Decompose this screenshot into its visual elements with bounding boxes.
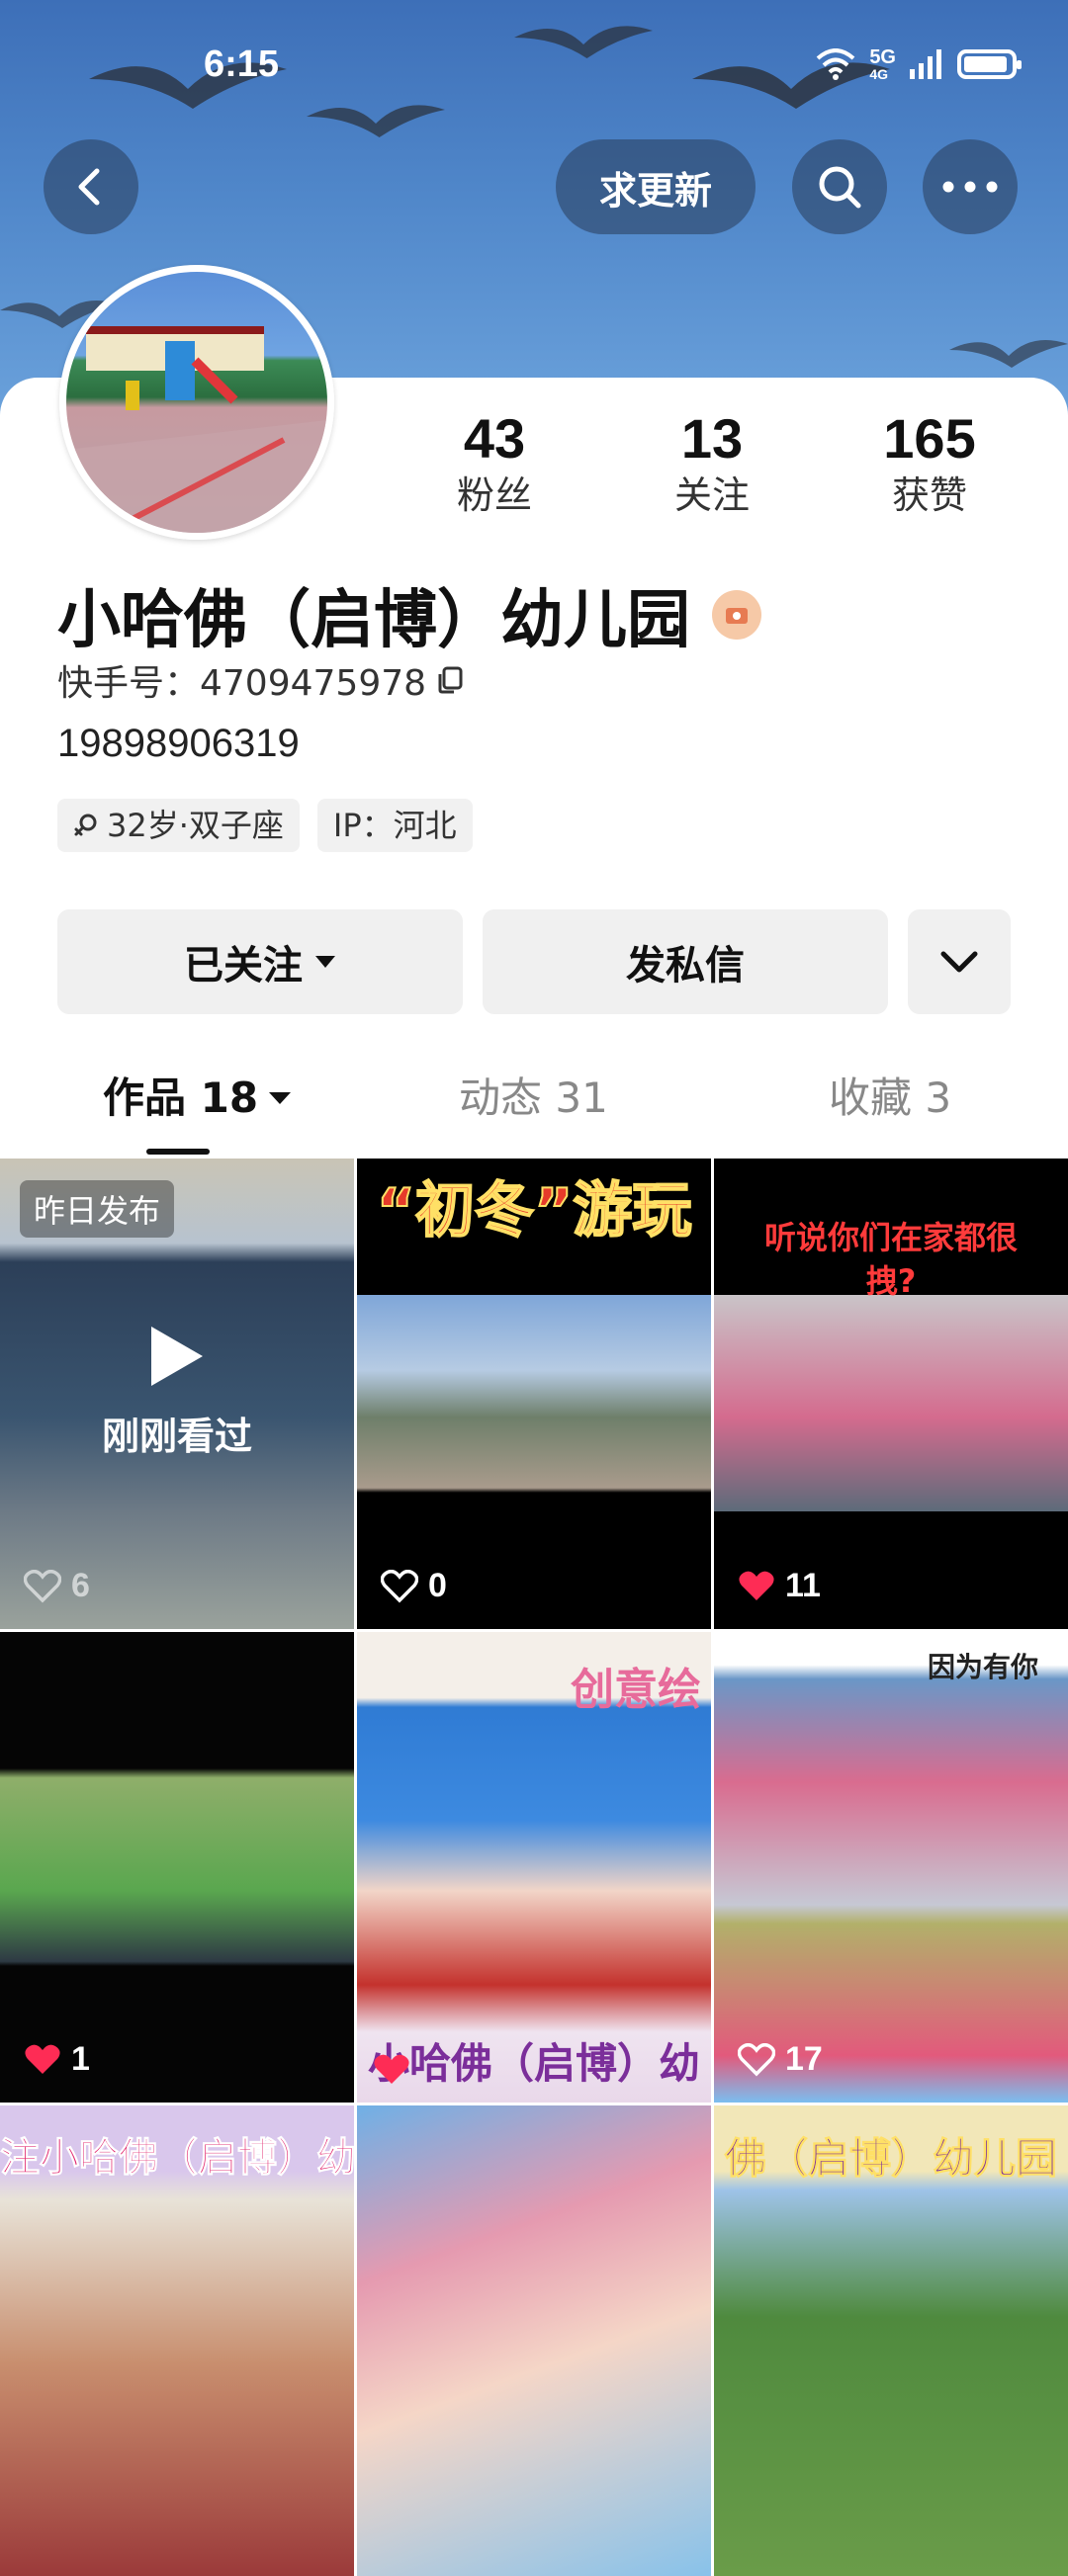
like-count-text: 6 [71,1567,90,1604]
following-count: 13 [680,407,744,470]
heart-outline-icon [738,2042,775,2076]
tag-ip-location: IP：河北 [316,799,473,852]
video-title: 因为有你 [927,1651,1038,1683]
kuaishou-id: 快手号：4709475978 [57,654,466,706]
tab-favorites[interactable]: 收藏 3 [829,1064,951,1133]
video-grid: 昨日发布 刚刚看过 6 “初冬”游玩 0 听说你们在家都很 拽? 11 1 创意… [0,1159,1068,2576]
status-icons: 5G 4G [816,46,1022,82]
search-icon [819,166,861,209]
signal-icon [910,49,941,79]
heart-outline-icon [381,1569,418,1602]
video-thumbnail[interactable] [357,2105,711,2576]
heart-filled-icon [739,1571,774,1600]
more-options-button[interactable] [923,139,1018,234]
profile-actions: 已关注 发私信 [57,909,1011,1014]
like-count-text: 1 [71,2040,90,2078]
wifi-icon [816,48,855,80]
followed-label: 已关注 [184,943,303,988]
tag-age-zodiac-text: 32岁·双子座 [107,807,284,844]
like-count: 1 [24,2040,90,2079]
like-count: 0 [381,1567,447,1605]
request-update-button[interactable]: 求更新 [556,139,756,234]
heart-filled-icon [374,2054,409,2084]
avatar[interactable] [59,265,334,540]
profile-stats: 43 粉丝 13 关注 165 获赞 [386,407,1038,520]
video-title: 创意绘 [571,1665,701,1715]
likes-count: 165 [883,407,976,470]
video-thumbnail[interactable]: 因为有你 17 [714,1632,1068,2103]
status-time: 6:15 [204,43,280,85]
video-thumbnail[interactable]: 昨日发布 刚刚看过 6 [0,1159,354,1629]
recently-watched-label: 刚刚看过 [101,1415,252,1458]
likes-label: 获赞 [891,473,967,517]
copy-icon[interactable] [436,665,466,695]
content-tabs: 作品 18 动态 31 收藏 3 [0,1064,1068,1162]
tab-works-label: 作品 18 [103,1073,259,1122]
profile-name: 小哈佛（启博）幼儿园 [57,569,761,660]
video-thumbnail[interactable]: “初冬”游玩 0 [357,1159,711,1629]
search-button[interactable] [792,139,887,234]
stat-followers[interactable]: 43 粉丝 [386,407,603,520]
tag-ip-text: IP：河北 [332,807,457,844]
video-thumbnail[interactable]: 佛（启博）幼儿园 [714,2105,1068,2576]
like-count-text: 17 [785,2040,823,2078]
active-tab-indicator [146,1149,210,1155]
badge-emblem-icon [726,608,748,624]
bird-decoration [307,105,445,137]
play-icon [151,1327,203,1386]
network-label: 5G 4G [869,46,896,82]
tag-age-zodiac: 32岁·双子座 [57,799,300,852]
video-title: “初冬”游玩 [376,1175,693,1246]
caret-down-icon [315,956,335,968]
like-count: 17 [738,2040,823,2079]
heart-outline-icon [24,1569,61,1602]
avatar-image [66,326,327,533]
like-count: 11 [738,1567,821,1605]
like-count: 6 [24,1567,90,1605]
tab-works[interactable]: 作品 18 [103,1064,292,1133]
video-thumbnail[interactable]: 注小哈佛（启博）幼儿 [0,2105,354,2576]
followers-count: 43 [463,407,526,470]
video-title: 注小哈佛（启博）幼儿 [0,2135,354,2182]
stat-following[interactable]: 13 关注 [603,407,821,520]
video-title: 听说你们在家都很 拽? [763,1219,1018,1300]
like-count-text: 11 [785,1567,821,1604]
bird-decoration [949,340,1068,368]
followers-label: 粉丝 [456,473,532,517]
video-title: 佛（启博）幼儿园 [724,2134,1057,2184]
more-dots-icon [942,181,998,193]
back-button[interactable] [44,139,138,234]
like-count [373,2053,420,2087]
like-count-text: 0 [428,1567,447,1604]
stat-likes[interactable]: 165 获赞 [821,407,1038,520]
send-message-button[interactable]: 发私信 [483,909,888,1014]
female-icon [74,814,97,836]
chevron-left-icon [78,168,100,206]
following-label: 关注 [673,473,750,517]
bird-decoration [514,26,653,58]
recently-watched-overlay: 刚刚看过 [0,1327,354,1460]
battery-icon [957,49,1022,79]
chevron-down-icon [940,951,978,973]
tab-moments[interactable]: 动态 31 [459,1064,608,1133]
profile-name-text: 小哈佛（启博）幼儿园 [57,584,690,657]
video-thumbnail[interactable]: 创意绘 小哈佛（启博）幼 [357,1632,711,2103]
video-thumbnail[interactable]: 听说你们在家都很 拽? 11 [714,1159,1068,1629]
expand-recommendations-button[interactable] [908,909,1011,1014]
heart-filled-icon [25,2044,60,2074]
caret-down-icon [269,1092,292,1104]
followed-button[interactable]: 已关注 [57,909,463,1014]
profile-tags: 32岁·双子座 IP：河北 [57,799,473,852]
video-thumbnail[interactable]: 1 [0,1632,354,2103]
kuaishou-id-text: 快手号：4709475978 [57,663,427,704]
profile-bio-phone: 19898906319 [57,722,300,765]
published-yesterday-chip: 昨日发布 [20,1180,175,1238]
verified-badge-icon[interactable] [712,590,761,640]
